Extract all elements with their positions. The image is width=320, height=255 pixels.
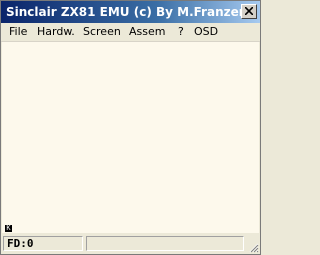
fd-status: FD:0 <box>7 237 34 250</box>
status-panel-fd: FD:0 <box>3 236 83 251</box>
emulator-screen[interactable]: K <box>2 42 259 233</box>
menu-help[interactable]: ? <box>178 25 184 38</box>
menu-assem[interactable]: Assem <box>129 25 165 38</box>
emulator-window: Sinclair ZX81 EMU (c) By M.Franzen File … <box>0 0 261 255</box>
title-bar[interactable]: Sinclair ZX81 EMU (c) By M.Franzen <box>1 1 260 23</box>
close-icon <box>245 7 253 15</box>
window-title: Sinclair ZX81 EMU (c) By M.Franzen <box>6 5 248 19</box>
menu-file[interactable]: File <box>9 25 27 38</box>
status-panel-right <box>86 236 244 251</box>
menu-hardware[interactable]: Hardw. <box>37 25 75 38</box>
menu-screen[interactable]: Screen <box>83 25 121 38</box>
close-button[interactable] <box>241 4 257 19</box>
menu-bar: File Hardw. Screen Assem ? OSD <box>1 23 260 42</box>
status-bar: FD:0 <box>1 234 260 254</box>
menu-osd[interactable]: OSD <box>194 25 218 38</box>
cursor-k: K <box>5 224 12 232</box>
resize-grip-icon[interactable] <box>247 241 259 253</box>
